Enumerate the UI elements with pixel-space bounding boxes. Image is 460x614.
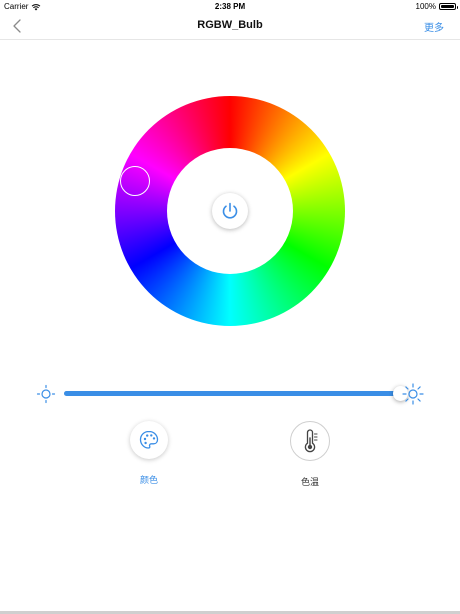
navigation-bar: RGBW_Bulb 更多 (0, 14, 460, 40)
color-temperature-label[interactable]: 色温 (275, 475, 345, 488)
brightness-slider-row (0, 380, 460, 408)
clock: 2:38 PM (214, 2, 246, 11)
battery-percent: 100% (415, 2, 436, 11)
palette-icon (139, 430, 159, 449)
power-button[interactable] (212, 193, 248, 229)
thermometer-icon (304, 429, 318, 453)
battery-icon (439, 3, 458, 10)
color-temperature-button[interactable] (290, 421, 330, 461)
more-button[interactable]: 更多 (424, 19, 444, 34)
brightness-slider-fill (64, 391, 400, 396)
sun-small-icon (36, 384, 56, 404)
mode-color[interactable]: 颜色 (114, 421, 184, 486)
battery-info: 100% (415, 2, 458, 11)
brightness-slider[interactable] (64, 386, 408, 401)
page-title: RGBW_Bulb (197, 19, 263, 31)
status-bar: Carrier 2:38 PM 100% (0, 0, 460, 14)
mode-color-temperature[interactable]: 色温 (275, 421, 345, 488)
color-picker-thumb[interactable] (120, 166, 150, 196)
color-mode-button[interactable] (130, 421, 168, 459)
color-mode-label[interactable]: 颜色 (114, 473, 184, 486)
power-icon (222, 202, 238, 219)
color-wheel[interactable] (115, 96, 345, 326)
sun-large-icon (402, 383, 424, 405)
